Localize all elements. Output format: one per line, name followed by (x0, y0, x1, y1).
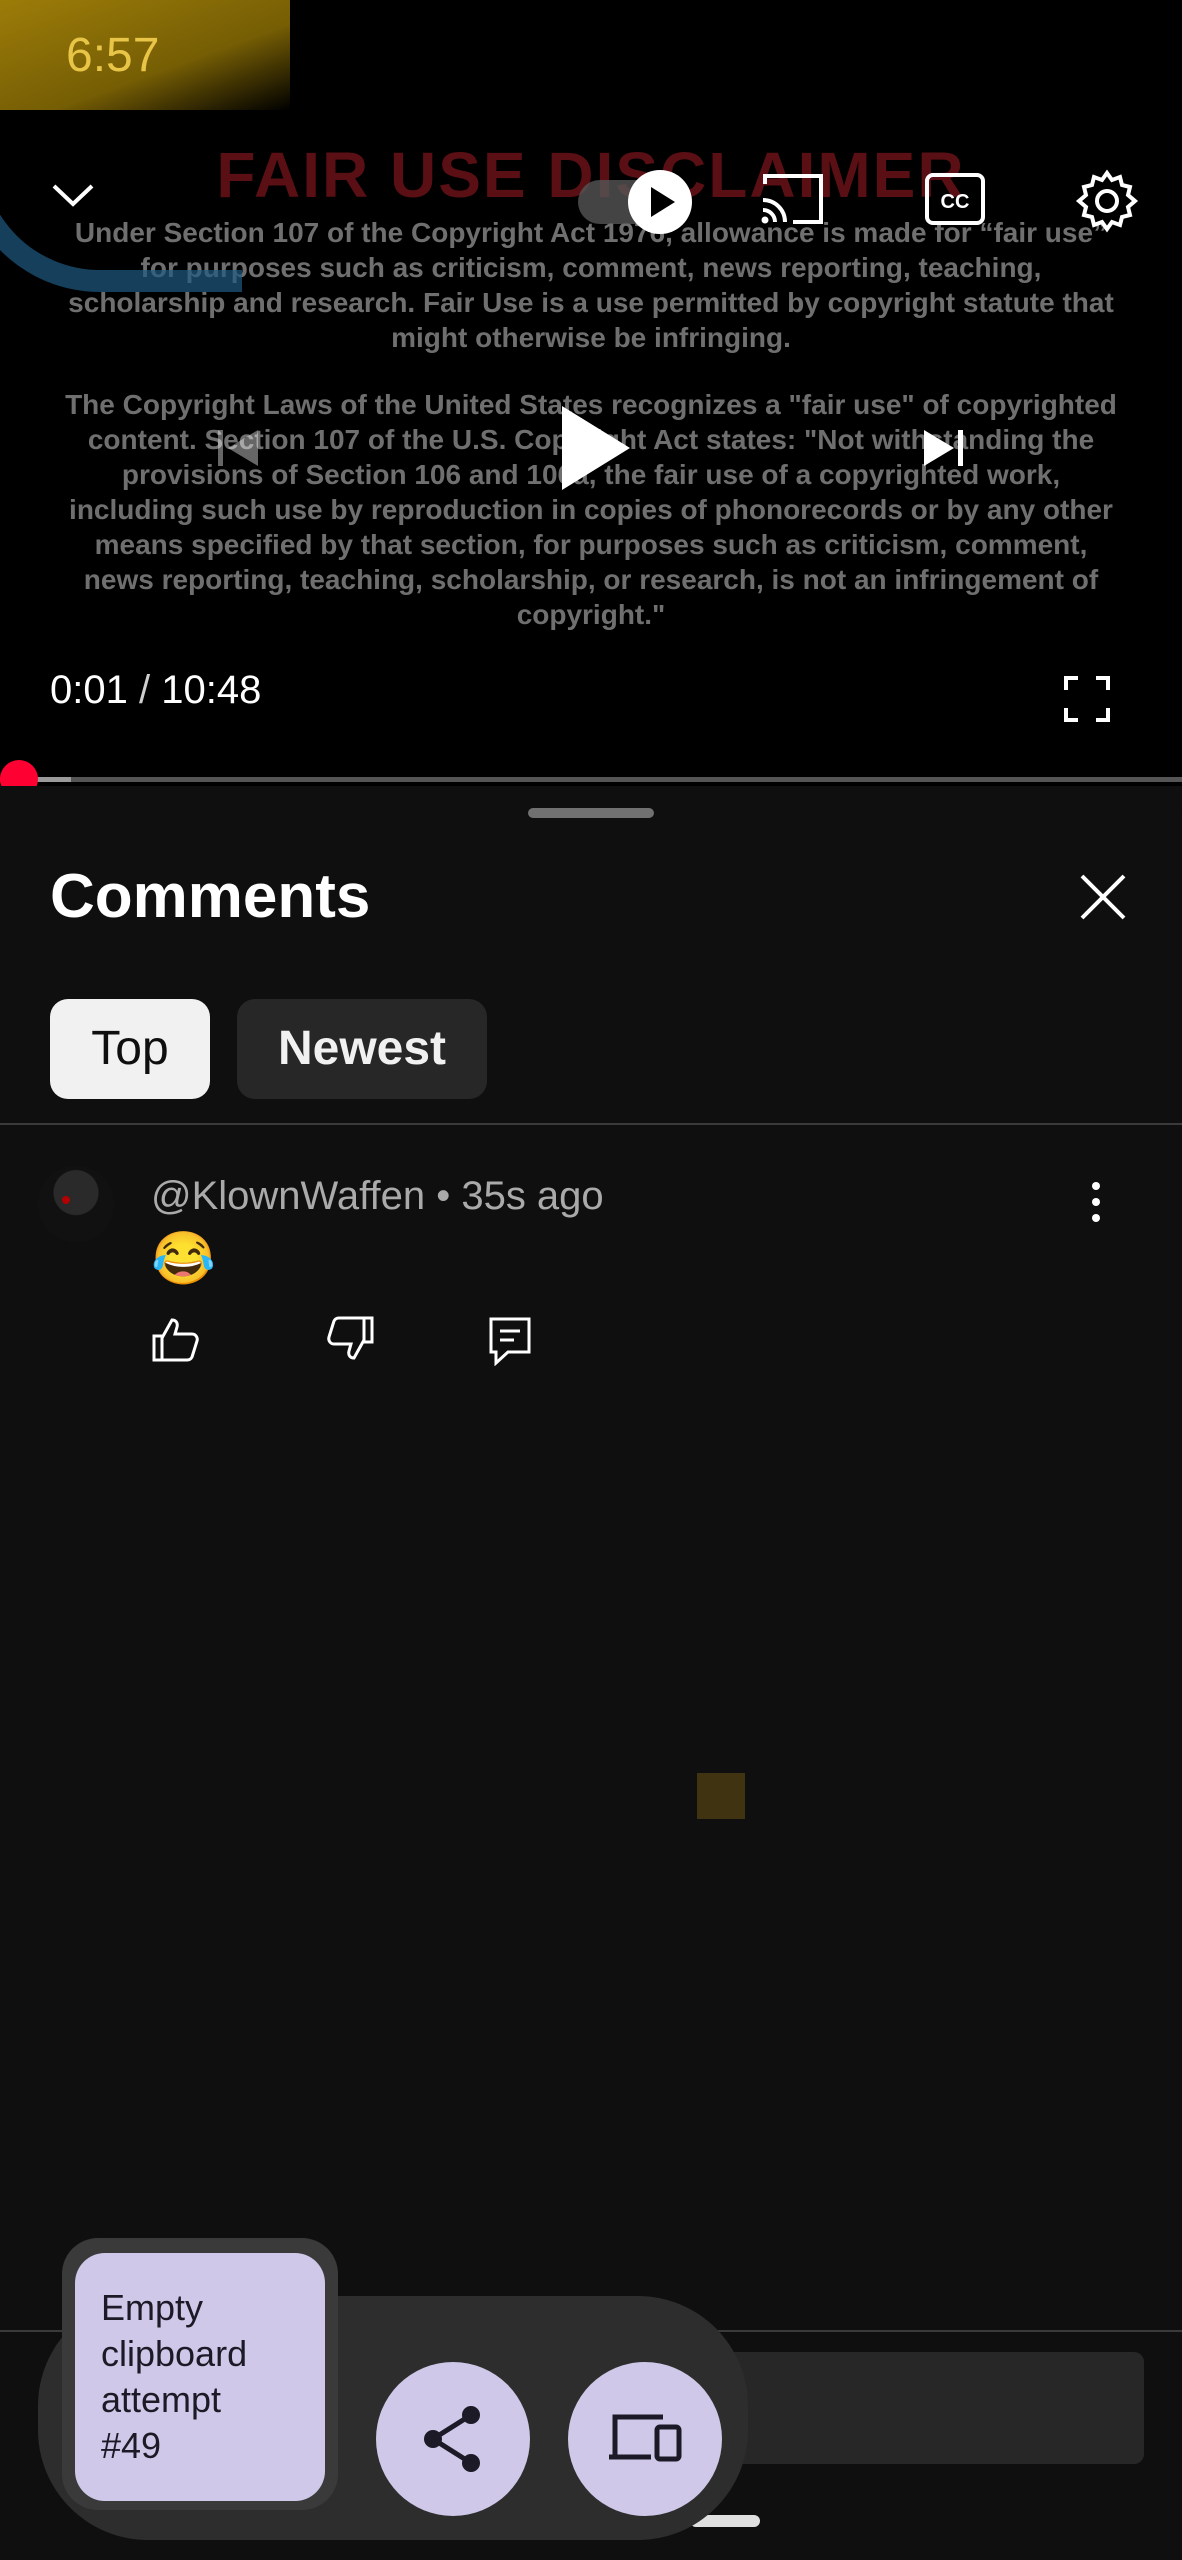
sort-chip-newest[interactable]: Newest (237, 999, 487, 1099)
play-icon[interactable] (560, 406, 630, 490)
more-vert-icon[interactable] (1090, 1180, 1102, 1229)
status-time: 6:57 (66, 29, 160, 82)
time-separator: / (138, 668, 151, 712)
close-icon[interactable] (1078, 872, 1128, 927)
divider (0, 1123, 1182, 1125)
share-button[interactable] (376, 2362, 530, 2516)
comment-text: 😂 (151, 1230, 216, 1288)
progress-scrubber[interactable] (0, 760, 38, 786)
chevron-down-icon[interactable] (48, 174, 98, 214)
overlay-graphic (0, 90, 242, 292)
current-time: 0:01 (50, 668, 128, 712)
cast-icon[interactable] (757, 170, 827, 228)
like-icon[interactable] (150, 1316, 200, 1367)
clipboard-line: #49 (101, 2425, 162, 2466)
device-icon (609, 2414, 682, 2462)
clipboard-line: attempt (101, 2379, 222, 2420)
comment-meta: @KlownWaffen • 35s ago (151, 1174, 604, 1219)
sort-chip-top[interactable]: Top (50, 999, 210, 1099)
avatar[interactable] (38, 1166, 114, 1242)
meta-dot: • (436, 1174, 451, 1218)
video-duration: 10:48 (161, 668, 262, 712)
comment-item: @KlownWaffen • 35s ago 😂 (0, 1166, 1182, 1416)
clipboard-line: Empty (101, 2287, 204, 2328)
svg-text:CC: CC (941, 191, 970, 213)
next-icon[interactable] (922, 426, 966, 470)
drag-handle[interactable] (528, 808, 654, 818)
fullscreen-icon[interactable] (1064, 676, 1110, 722)
clipboard-line: clipboard (101, 2333, 248, 2374)
device-button[interactable] (568, 2362, 722, 2516)
comment-author[interactable]: @KlownWaffen (151, 1174, 425, 1218)
progress-track[interactable] (0, 777, 1182, 782)
share-icon (424, 2406, 480, 2472)
autoplay-toggle-icon[interactable] (628, 170, 692, 234)
closed-captions-icon[interactable]: CC (924, 172, 986, 226)
previous-icon[interactable] (216, 426, 260, 470)
gear-icon[interactable] (1074, 168, 1140, 234)
clipboard-preview[interactable]: Empty clipboard attempt #49 (75, 2253, 325, 2501)
comment-age: 35s ago (461, 1174, 604, 1218)
comments-title: Comments (50, 862, 371, 931)
video-timecode: 0:01 / 10:48 (50, 668, 261, 713)
dislike-icon[interactable] (326, 1316, 376, 1367)
reply-icon[interactable] (488, 1316, 532, 1371)
video-player[interactable]: FAIR USE DISCLAIMER Under Section 107 of… (0, 0, 1182, 786)
touch-artifact (697, 1773, 745, 1819)
